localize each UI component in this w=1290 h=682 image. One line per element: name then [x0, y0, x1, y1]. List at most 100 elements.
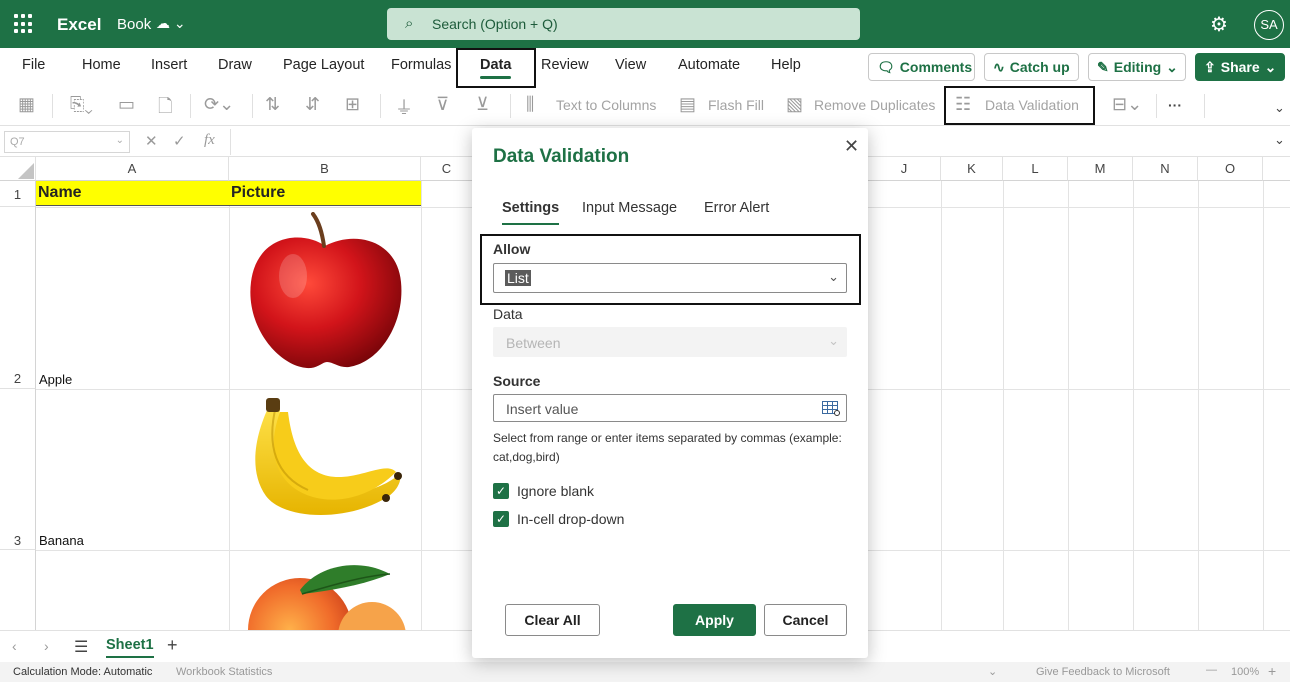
text-to-columns-icon: ⫼: [526, 94, 535, 114]
remove-duplicates-icon: ▧: [786, 94, 804, 114]
from-table-icon[interactable]: ▭: [118, 94, 135, 115]
app-launcher-icon[interactable]: [14, 14, 34, 34]
tab-draw[interactable]: Draw: [218, 57, 252, 73]
autosave-chevron-icon[interactable]: ☁ ⌄: [156, 15, 186, 32]
column-header-m[interactable]: M: [1068, 157, 1133, 181]
column-header-j[interactable]: J: [868, 157, 941, 181]
cancel-entry-icon[interactable]: ✕: [145, 132, 158, 150]
flash-fill-button[interactable]: Flash Fill: [708, 97, 764, 113]
row-header-3[interactable]: 3: [0, 389, 36, 550]
search-box[interactable]: ⌕ Search (Option + Q): [387, 8, 860, 40]
comment-icon: 🗨: [877, 58, 895, 75]
catch-up-button[interactable]: ∿ Catch up: [984, 53, 1079, 81]
apple-picture[interactable]: [245, 212, 405, 372]
column-header-o[interactable]: O: [1198, 157, 1263, 181]
clear-all-button[interactable]: Clear All: [505, 604, 600, 636]
add-sheet-button[interactable]: +: [167, 635, 178, 656]
filter-icon[interactable]: ⏚: [395, 94, 413, 120]
tab-formulas[interactable]: Formulas: [391, 57, 451, 73]
feedback-link[interactable]: Give Feedback to Microsoft: [1036, 666, 1170, 678]
sheet-tab-sheet1[interactable]: Sheet1: [106, 637, 154, 658]
allow-highlight-box: [480, 234, 861, 305]
tab-input-message[interactable]: Input Message: [582, 200, 677, 216]
row-header-2[interactable]: 2: [0, 207, 36, 389]
cell-a3[interactable]: Banana: [39, 533, 84, 548]
column-header-a[interactable]: A: [36, 157, 229, 181]
tab-insert[interactable]: Insert: [151, 57, 187, 73]
share-button[interactable]: ⇪ Share ⌄: [1195, 53, 1285, 81]
cell-a1[interactable]: Name: [36, 181, 229, 206]
settings-gear-icon[interactable]: ⚙: [1210, 12, 1228, 37]
next-sheet-icon[interactable]: ›: [44, 638, 49, 654]
tab-review[interactable]: Review: [541, 57, 589, 73]
recent-sources-icon[interactable]: 🗋: [158, 94, 172, 124]
tab-help[interactable]: Help: [771, 57, 801, 73]
chevron-down-icon[interactable]: ⌄: [988, 665, 997, 678]
column-header-k[interactable]: K: [941, 157, 1003, 181]
remove-duplicates-button[interactable]: Remove Duplicates: [814, 97, 935, 113]
name-box[interactable]: Q7 ⌄: [4, 131, 130, 153]
reapply-filter-icon[interactable]: ⊻: [476, 94, 489, 115]
sort-ascending-icon[interactable]: ⇅: [265, 94, 280, 115]
tab-home[interactable]: Home: [82, 57, 121, 73]
get-data-icon[interactable]: ▦: [18, 94, 35, 115]
confirm-entry-icon[interactable]: ✓: [173, 132, 186, 150]
text-to-columns-button[interactable]: Text to Columns: [556, 97, 656, 113]
peach-picture[interactable]: [240, 560, 410, 630]
data-select: Between ⌄: [493, 327, 847, 357]
banana-picture[interactable]: [236, 398, 406, 528]
share-icon: ⇪: [1204, 58, 1216, 75]
insert-function-icon[interactable]: fx: [204, 132, 215, 149]
editing-mode-button[interactable]: ✎ Editing ⌄: [1088, 53, 1186, 81]
more-options-button[interactable]: ···: [1168, 97, 1182, 113]
source-label: Source: [493, 373, 541, 389]
ignore-blank-checkbox[interactable]: ✓: [493, 483, 509, 499]
share-label: Share: [1220, 59, 1260, 75]
cell-a2[interactable]: Apple: [39, 372, 72, 387]
workbook-statistics[interactable]: Workbook Statistics: [176, 666, 272, 678]
account-avatar[interactable]: SA: [1254, 10, 1284, 40]
all-sheets-menu-icon[interactable]: ☰: [74, 637, 88, 657]
workbook-name[interactable]: Book: [117, 16, 151, 33]
custom-sort-icon[interactable]: ⊞: [345, 94, 360, 115]
tab-error-alert[interactable]: Error Alert: [704, 200, 769, 216]
outline-group-icon[interactable]: ⊟⌄: [1112, 94, 1142, 115]
tab-settings[interactable]: Settings: [502, 200, 560, 225]
calculation-mode[interactable]: Calculation Mode: Automatic: [13, 666, 152, 678]
clear-filter-icon[interactable]: ⊽: [436, 94, 449, 115]
expand-formula-chevron-icon[interactable]: ⌄: [1274, 132, 1285, 148]
sort-descending-icon[interactable]: ⇵: [305, 94, 320, 115]
tab-file[interactable]: File: [22, 57, 45, 73]
range-picker-icon[interactable]: [822, 401, 840, 416]
chevron-down-icon: ⌄: [1264, 58, 1277, 75]
column-header-b[interactable]: B: [229, 157, 421, 181]
previous-sheet-icon[interactable]: ‹: [12, 638, 17, 654]
in-cell-dropdown-checkbox[interactable]: ✓: [493, 511, 509, 527]
app-name[interactable]: Excel: [57, 15, 101, 35]
close-icon[interactable]: ✕: [844, 136, 859, 157]
source-input[interactable]: Insert value: [493, 394, 847, 422]
tab-page-layout[interactable]: Page Layout: [283, 57, 364, 73]
cell-b1[interactable]: Picture: [229, 181, 421, 206]
tab-automate[interactable]: Automate: [678, 57, 740, 73]
zoom-in-icon[interactable]: +: [1268, 663, 1276, 679]
apply-button[interactable]: Apply: [673, 604, 756, 636]
tab-view[interactable]: View: [615, 57, 646, 73]
data-selected-value: Between: [506, 335, 561, 351]
column-header-c[interactable]: C: [421, 157, 473, 181]
ignore-blank-label[interactable]: Ignore blank: [517, 483, 594, 499]
refresh-icon[interactable]: ⟳⌄: [204, 94, 234, 115]
column-header-n[interactable]: N: [1133, 157, 1198, 181]
select-all-corner[interactable]: [0, 157, 36, 181]
cancel-button[interactable]: Cancel: [764, 604, 847, 636]
row-header-4[interactable]: [0, 550, 36, 630]
row-header-1[interactable]: 1: [0, 181, 36, 207]
zoom-out-icon[interactable]: —: [1206, 664, 1217, 676]
zoom-level[interactable]: 100%: [1231, 666, 1259, 678]
comments-button[interactable]: 🗨 Comments: [868, 53, 975, 81]
in-cell-dropdown-label[interactable]: In-cell drop-down: [517, 511, 624, 527]
ribbon-collapse-chevron-icon[interactable]: ⌄: [1274, 100, 1285, 116]
column-header-l[interactable]: L: [1003, 157, 1068, 181]
from-text-icon[interactable]: ⎘⌄: [70, 94, 93, 115]
data-tab-highlight-box: [456, 48, 536, 88]
